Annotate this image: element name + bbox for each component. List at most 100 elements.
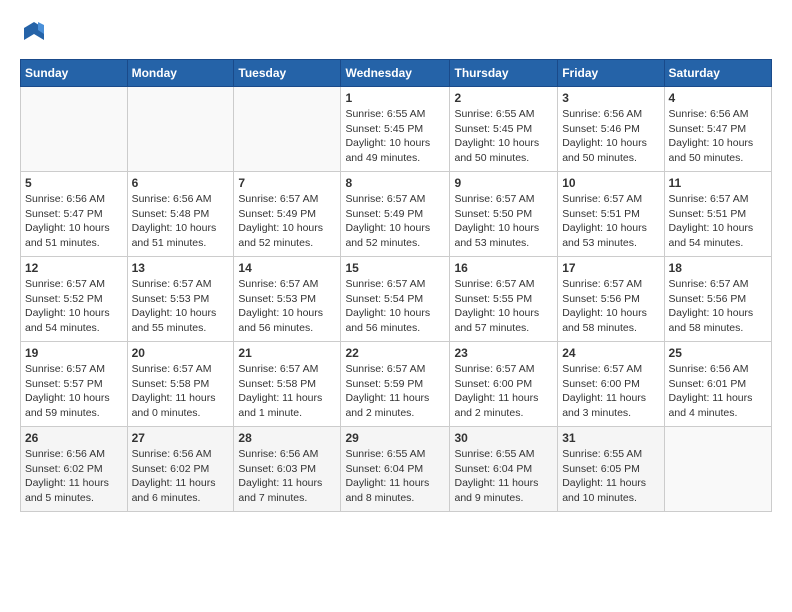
- day-info: Sunrise: 6:57 AM Sunset: 5:52 PM Dayligh…: [25, 277, 123, 336]
- calendar-cell: 27 Sunrise: 6:56 AM Sunset: 6:02 PM Dayli…: [127, 427, 234, 512]
- calendar-cell: 20 Sunrise: 6:57 AM Sunset: 5:58 PM Dayli…: [127, 342, 234, 427]
- day-info: Sunrise: 6:56 AM Sunset: 6:02 PM Dayligh…: [25, 447, 123, 506]
- day-number: 10: [562, 176, 659, 190]
- day-info: Sunrise: 6:57 AM Sunset: 5:49 PM Dayligh…: [345, 192, 445, 251]
- day-info: Sunrise: 6:57 AM Sunset: 5:55 PM Dayligh…: [454, 277, 553, 336]
- day-info: Sunrise: 6:57 AM Sunset: 5:53 PM Dayligh…: [238, 277, 336, 336]
- calendar-cell: 15Sunrise: 6:57 AM Sunset: 5:54 PM Dayli…: [341, 257, 450, 342]
- day-info: Sunrise: 6:56 AM Sunset: 6:02 PM Dayligh…: [132, 447, 230, 506]
- week-row-1: 1 Sunrise: 6:55 AM Sunset: 5:45 PM Daylig…: [21, 87, 772, 172]
- calendar-cell: 28Sunrise: 6:56 AM Sunset: 6:03 PM Dayli…: [234, 427, 341, 512]
- day-number: 17: [562, 261, 659, 275]
- day-header-monday: Monday: [127, 60, 234, 87]
- calendar-cell: 24 Sunrise: 6:57 AM Sunset: 6:00 PM Dayli…: [558, 342, 664, 427]
- day-info: Sunrise: 6:56 AM Sunset: 5:48 PM Dayligh…: [132, 192, 230, 251]
- calendar-cell: 9Sunrise: 6:57 AM Sunset: 5:50 PM Daylig…: [450, 172, 558, 257]
- day-info: Sunrise: 6:55 AM Sunset: 5:45 PM Dayligh…: [345, 107, 445, 166]
- day-number: 26: [25, 431, 123, 445]
- day-number: 20: [132, 346, 230, 360]
- day-info: Sunrise: 6:55 AM Sunset: 6:04 PM Dayligh…: [454, 447, 553, 506]
- calendar-cell: 3 Sunrise: 6:56 AM Sunset: 5:46 PM Daylig…: [558, 87, 664, 172]
- day-info: Sunrise: 6:56 AM Sunset: 6:03 PM Dayligh…: [238, 447, 336, 506]
- day-number: 6: [132, 176, 230, 190]
- calendar-cell: 8 Sunrise: 6:57 AM Sunset: 5:49 PM Daylig…: [341, 172, 450, 257]
- day-header-saturday: Saturday: [664, 60, 771, 87]
- day-number: 12: [25, 261, 123, 275]
- calendar-cell: 21 Sunrise: 6:57 AM Sunset: 5:58 PM Dayli…: [234, 342, 341, 427]
- page-header: [20, 20, 772, 49]
- calendar-cell: 31 Sunrise: 6:55 AM Sunset: 6:05 PM Dayli…: [558, 427, 664, 512]
- day-info: Sunrise: 6:57 AM Sunset: 5:49 PM Dayligh…: [238, 192, 336, 251]
- calendar-table: SundayMondayTuesdayWednesdayThursdayFrid…: [20, 59, 772, 512]
- day-number: 14: [238, 261, 336, 275]
- days-header-row: SundayMondayTuesdayWednesdayThursdayFrid…: [21, 60, 772, 87]
- day-header-thursday: Thursday: [450, 60, 558, 87]
- day-header-wednesday: Wednesday: [341, 60, 450, 87]
- day-number: 16: [454, 261, 553, 275]
- calendar-cell: 10 Sunrise: 6:57 AM Sunset: 5:51 PM Dayli…: [558, 172, 664, 257]
- day-number: 22: [345, 346, 445, 360]
- day-number: 23: [454, 346, 553, 360]
- day-number: 9: [454, 176, 553, 190]
- day-number: 21: [238, 346, 336, 360]
- day-number: 31: [562, 431, 659, 445]
- calendar-cell: 14 Sunrise: 6:57 AM Sunset: 5:53 PM Dayli…: [234, 257, 341, 342]
- week-row-2: 5Sunrise: 6:56 AM Sunset: 5:47 PM Daylig…: [21, 172, 772, 257]
- calendar-cell: 22 Sunrise: 6:57 AM Sunset: 5:59 PM Dayli…: [341, 342, 450, 427]
- week-row-3: 12 Sunrise: 6:57 AM Sunset: 5:52 PM Dayli…: [21, 257, 772, 342]
- day-info: Sunrise: 6:55 AM Sunset: 6:05 PM Dayligh…: [562, 447, 659, 506]
- calendar-cell: 18 Sunrise: 6:57 AM Sunset: 5:56 PM Dayli…: [664, 257, 771, 342]
- day-number: 30: [454, 431, 553, 445]
- calendar-cell: 26 Sunrise: 6:56 AM Sunset: 6:02 PM Dayli…: [21, 427, 128, 512]
- day-info: Sunrise: 6:57 AM Sunset: 6:00 PM Dayligh…: [562, 362, 659, 421]
- calendar-cell: 16 Sunrise: 6:57 AM Sunset: 5:55 PM Dayli…: [450, 257, 558, 342]
- day-number: 18: [669, 261, 767, 275]
- calendar-cell: 4 Sunrise: 6:56 AM Sunset: 5:47 PM Daylig…: [664, 87, 771, 172]
- calendar-cell: [664, 427, 771, 512]
- day-number: 7: [238, 176, 336, 190]
- day-info: Sunrise: 6:57 AM Sunset: 5:58 PM Dayligh…: [238, 362, 336, 421]
- day-info: Sunrise: 6:57 AM Sunset: 5:59 PM Dayligh…: [345, 362, 445, 421]
- day-number: 5: [25, 176, 123, 190]
- day-number: 29: [345, 431, 445, 445]
- logo: [20, 20, 46, 49]
- day-number: 13: [132, 261, 230, 275]
- calendar-cell: 7 Sunrise: 6:57 AM Sunset: 5:49 PM Daylig…: [234, 172, 341, 257]
- calendar-cell: 13 Sunrise: 6:57 AM Sunset: 5:53 PM Dayli…: [127, 257, 234, 342]
- day-header-friday: Friday: [558, 60, 664, 87]
- day-number: 3: [562, 91, 659, 105]
- day-info: Sunrise: 6:57 AM Sunset: 5:58 PM Dayligh…: [132, 362, 230, 421]
- day-number: 4: [669, 91, 767, 105]
- day-number: 25: [669, 346, 767, 360]
- day-info: Sunrise: 6:56 AM Sunset: 5:46 PM Dayligh…: [562, 107, 659, 166]
- day-info: Sunrise: 6:57 AM Sunset: 5:56 PM Dayligh…: [562, 277, 659, 336]
- day-header-tuesday: Tuesday: [234, 60, 341, 87]
- day-number: 24: [562, 346, 659, 360]
- day-info: Sunrise: 6:56 AM Sunset: 5:47 PM Dayligh…: [669, 107, 767, 166]
- day-info: Sunrise: 6:55 AM Sunset: 5:45 PM Dayligh…: [454, 107, 553, 166]
- calendar-cell: 2Sunrise: 6:55 AM Sunset: 5:45 PM Daylig…: [450, 87, 558, 172]
- day-number: 27: [132, 431, 230, 445]
- week-row-5: 26 Sunrise: 6:56 AM Sunset: 6:02 PM Dayli…: [21, 427, 772, 512]
- calendar-cell: 23 Sunrise: 6:57 AM Sunset: 6:00 PM Dayli…: [450, 342, 558, 427]
- day-info: Sunrise: 6:57 AM Sunset: 5:53 PM Dayligh…: [132, 277, 230, 336]
- day-number: 1: [345, 91, 445, 105]
- day-number: 8: [345, 176, 445, 190]
- week-row-4: 19Sunrise: 6:57 AM Sunset: 5:57 PM Dayli…: [21, 342, 772, 427]
- calendar-cell: 5Sunrise: 6:56 AM Sunset: 5:47 PM Daylig…: [21, 172, 128, 257]
- calendar-cell: 30 Sunrise: 6:55 AM Sunset: 6:04 PM Dayli…: [450, 427, 558, 512]
- day-info: Sunrise: 6:57 AM Sunset: 6:00 PM Dayligh…: [454, 362, 553, 421]
- day-info: Sunrise: 6:57 AM Sunset: 5:56 PM Dayligh…: [669, 277, 767, 336]
- calendar-cell: 25 Sunrise: 6:56 AM Sunset: 6:01 PM Dayli…: [664, 342, 771, 427]
- calendar-cell: 17 Sunrise: 6:57 AM Sunset: 5:56 PM Dayli…: [558, 257, 664, 342]
- day-info: Sunrise: 6:57 AM Sunset: 5:51 PM Dayligh…: [669, 192, 767, 251]
- calendar-cell: 29 Sunrise: 6:55 AM Sunset: 6:04 PM Dayli…: [341, 427, 450, 512]
- day-info: Sunrise: 6:55 AM Sunset: 6:04 PM Dayligh…: [345, 447, 445, 506]
- day-number: 19: [25, 346, 123, 360]
- day-header-sunday: Sunday: [21, 60, 128, 87]
- calendar-cell: 11Sunrise: 6:57 AM Sunset: 5:51 PM Dayli…: [664, 172, 771, 257]
- day-info: Sunrise: 6:56 AM Sunset: 6:01 PM Dayligh…: [669, 362, 767, 421]
- day-info: Sunrise: 6:57 AM Sunset: 5:51 PM Dayligh…: [562, 192, 659, 251]
- calendar-cell: [21, 87, 128, 172]
- logo-text: [20, 20, 46, 49]
